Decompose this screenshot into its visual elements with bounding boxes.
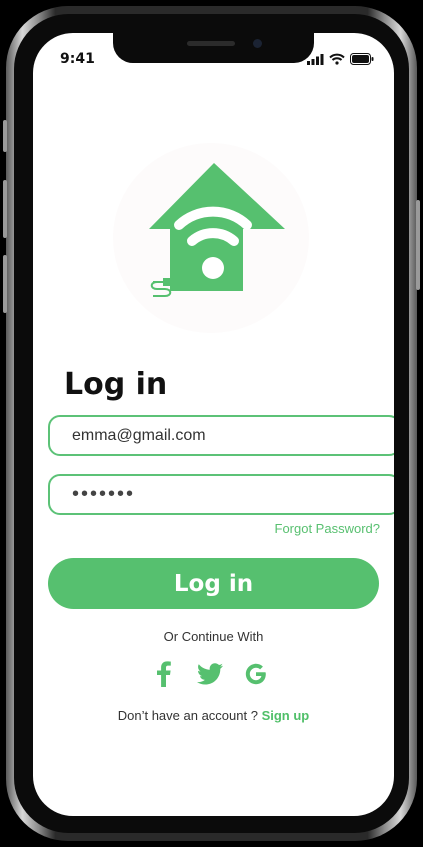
app-logo: [113, 143, 309, 333]
twitter-icon[interactable]: [197, 661, 223, 687]
camera: [253, 39, 262, 48]
battery-icon: [350, 53, 374, 65]
signal-icon: [307, 53, 324, 65]
volume-up-button: [3, 180, 7, 238]
speaker: [187, 41, 235, 46]
signup-link[interactable]: Sign up: [262, 708, 310, 723]
password-field[interactable]: [48, 474, 394, 515]
no-account-text: Don’t have an account ?: [117, 708, 258, 723]
facebook-icon[interactable]: [151, 661, 177, 687]
forgot-password-link[interactable]: Forgot Password?: [275, 521, 381, 536]
screen: 9:41 Log in emma@gmail.com ••••••• Forgo…: [33, 33, 394, 816]
email-field[interactable]: [48, 415, 394, 456]
continue-with-label: Or Continue With: [163, 629, 264, 644]
status-icons: [307, 53, 374, 65]
smart-home-wifi-icon: [149, 163, 285, 297]
signup-prompt: Don’t have an account ? Sign up: [33, 708, 394, 723]
login-button[interactable]: Log in: [48, 558, 379, 609]
google-icon[interactable]: [243, 661, 269, 687]
page-title: Log in: [64, 367, 168, 402]
status-time: 9:41: [60, 51, 95, 67]
notch: [113, 33, 314, 63]
power-button: [416, 200, 420, 290]
social-login-row: [151, 661, 269, 687]
volume-down-button: [3, 255, 7, 313]
silent-switch: [3, 120, 7, 152]
wifi-icon: [329, 53, 345, 65]
